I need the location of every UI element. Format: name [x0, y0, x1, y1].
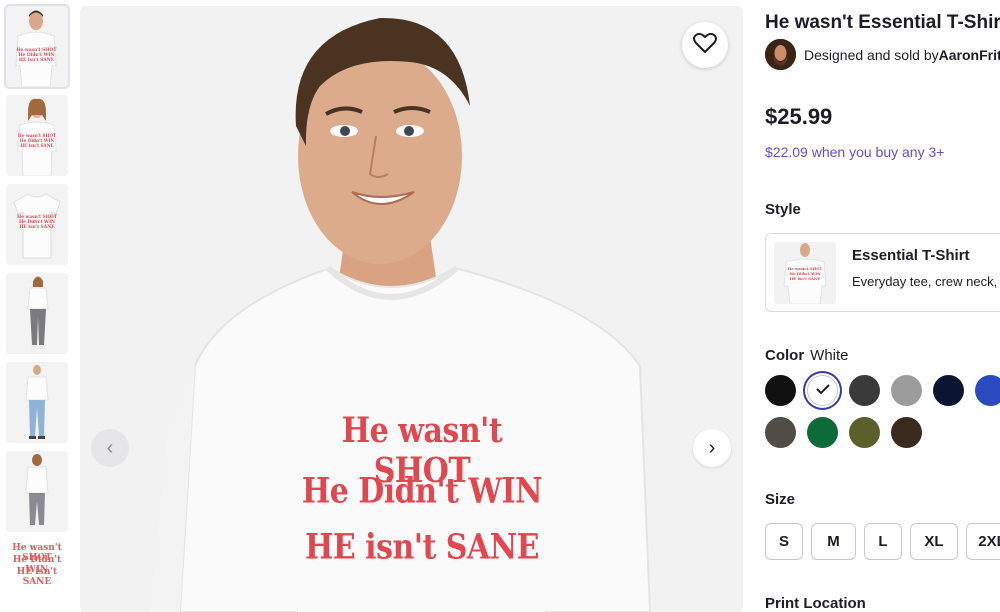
svg-text:HE isn't SANE: HE isn't SANE: [19, 225, 55, 230]
style-thumbnail: He wasn't SHOT He Didn't WIN HE isn't SANE: [774, 242, 836, 304]
color-heading: Color White: [765, 347, 849, 364]
size-option-s[interactable]: S: [765, 523, 803, 560]
size-option-l[interactable]: L: [864, 523, 902, 560]
product-details-panel: He wasn't Essential T-Shirt Designed and…: [765, 0, 1000, 612]
thumbnail-design[interactable]: He wasn't SHOT He Didn't WIN HE isn't SA…: [6, 540, 68, 612]
designer-info: Designed and sold by AaronFritsch: [765, 39, 1000, 70]
color-swatch-navy[interactable]: [933, 375, 964, 406]
size-option-2xl[interactable]: 2XL: [966, 523, 1000, 560]
heart-icon: [693, 32, 717, 59]
print-line-3: HE isn't SANE: [305, 527, 539, 568]
color-swatch-white[interactable]: [807, 375, 838, 406]
style-label: Style: [765, 201, 801, 218]
style-name: Essential T-Shirt: [852, 247, 970, 264]
style-selector[interactable]: He wasn't SHOT He Didn't WIN HE isn't SANE…: [765, 233, 1000, 312]
thumbnail-back-view[interactable]: [6, 451, 68, 532]
thumbnail-full-body-female[interactable]: [6, 273, 68, 354]
favorite-button[interactable]: [682, 22, 728, 68]
color-swatch-charcoal[interactable]: [765, 417, 796, 448]
color-swatch-kelly-green[interactable]: [807, 417, 838, 448]
thumbnail-front-model-female[interactable]: He wasn't SHOT He Didn't WIN HE isn't SANE: [6, 95, 68, 176]
main-product-image: He wasn't SHOT He Didn't WIN HE isn't SA…: [80, 6, 743, 612]
print-line-2: He Didn't WIN: [301, 471, 543, 512]
designer-prefix: Designed and sold by: [804, 46, 939, 63]
size-option-m[interactable]: M: [811, 523, 856, 560]
check-icon: [815, 382, 831, 400]
size-option-xl[interactable]: XL: [910, 523, 958, 560]
svg-text:HE isn't SANE: HE isn't SANE: [790, 276, 821, 281]
color-label: Color: [765, 347, 805, 364]
style-description: Everyday tee, crew neck, standard fit: [852, 274, 1000, 289]
chevron-right-icon: ›: [708, 436, 716, 459]
print-location-label: Print Location: [765, 595, 866, 612]
svg-text:HE isn't SANE: HE isn't SANE: [20, 143, 54, 148]
thumbnail-front-model[interactable]: He wasn't SHOT He Didn't WIN HE isn't SANE: [4, 4, 70, 89]
color-swatch-heather-grey[interactable]: [891, 375, 922, 406]
avatar[interactable]: [765, 39, 796, 70]
chevron-left-icon: ‹: [106, 436, 114, 459]
color-swatch-olive[interactable]: [849, 417, 880, 448]
price: $25.99: [765, 104, 833, 129]
color-swatch-royal-blue[interactable]: [975, 375, 1000, 406]
product-title: He wasn't Essential T-Shirt: [765, 12, 1000, 33]
thumbnail-design-line-3: HE isn't SANE: [16, 567, 58, 587]
selected-color: White: [810, 347, 849, 364]
thumbnail-flat-shirt[interactable]: He wasn't SHOT He Didn't WIN HE isn't SANE: [6, 184, 68, 265]
color-swatch-brown[interactable]: [891, 417, 922, 448]
color-swatch-dark-heather[interactable]: [849, 375, 880, 406]
next-image-button[interactable]: ›: [693, 429, 731, 467]
designer-link[interactable]: AaronFritsch: [939, 47, 1000, 63]
thumbnail-full-body-male[interactable]: [6, 362, 68, 443]
size-label: Size: [765, 491, 796, 508]
thumbnail-list: He wasn't SHOT He Didn't WIN HE isn't SANE…: [4, 4, 70, 612]
bulk-discount: $22.09 when you buy any 3+: [765, 144, 945, 160]
color-swatch-black[interactable]: [765, 375, 796, 406]
svg-text:HE isn't SANE: HE isn't SANE: [19, 58, 55, 63]
previous-image-button[interactable]: ‹: [91, 429, 129, 467]
shirt-print: He wasn't SHOT He Didn't WIN HE isn't SA…: [298, 388, 546, 612]
